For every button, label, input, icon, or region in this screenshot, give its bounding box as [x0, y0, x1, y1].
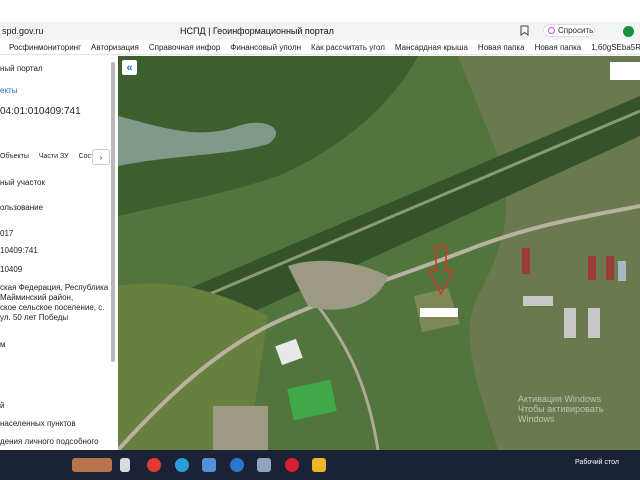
page-title: НСПД | Геоинформационный портал [180, 26, 334, 36]
info-line: дения личного подсобного [0, 437, 99, 446]
start-logo-icon[interactable] [72, 458, 112, 472]
collapse-icon: « [126, 61, 133, 74]
app-icon[interactable] [257, 458, 271, 472]
tab-objects[interactable]: Объекты [0, 153, 29, 160]
info-line: 017 [0, 229, 14, 238]
address-bar: spd.gov.ru НСПД | Геоинформационный порт… [0, 22, 640, 40]
internet-explorer-icon[interactable] [230, 458, 244, 472]
ask-button[interactable]: Спросить [543, 24, 595, 37]
info-line: Майминский район, [0, 293, 74, 302]
task-view-icon[interactable] [120, 458, 130, 472]
info-line: ользование [0, 203, 44, 212]
bookmark-folder[interactable]: Новая папка [478, 43, 525, 52]
bookmark-item[interactable]: Мансардная крыша [395, 43, 468, 52]
ask-icon [548, 27, 555, 34]
info-line: ул. 50 лет Победы [0, 313, 69, 322]
url-field[interactable]: spd.gov.ru [2, 26, 43, 36]
panel-scrollbar[interactable] [111, 62, 115, 362]
ask-label: Спросить [558, 26, 594, 35]
map-search-box[interactable] [610, 62, 640, 80]
collapse-panel-button[interactable]: « [122, 60, 137, 75]
bookmark-item[interactable]: Финансовый уполн [230, 43, 301, 52]
info-tabs: Объекты Части ЗУ Сост › [0, 148, 110, 165]
yandex-browser-icon[interactable] [147, 458, 161, 472]
object-info-panel: ный портал екты 04:01:010409:741 Объекты… [0, 56, 119, 450]
extension-icon[interactable] [623, 26, 634, 37]
tabs-next-icon[interactable]: › [92, 149, 110, 165]
bookmarks-bar: Росфинмониторинг Авторизация Справочная … [0, 40, 640, 55]
watermark-line: Чтобы активировать Windows [518, 404, 604, 424]
info-line: ское сельское поселение, с. [0, 303, 105, 312]
info-line: ный участок [0, 178, 45, 187]
opera-icon[interactable] [285, 458, 299, 472]
satellite-map[interactable]: « Активация Windows Чтобы активировать W… [118, 56, 640, 450]
bookmark-item[interactable]: Как рассчитать угол [311, 43, 385, 52]
info-line: й [0, 401, 5, 410]
bookmark-icon[interactable] [520, 25, 529, 36]
portal-label: ный портал [0, 64, 43, 73]
taskbar: Рабочий стол [0, 450, 640, 480]
satellite-imagery [118, 56, 640, 450]
folder-icon[interactable] [312, 458, 326, 472]
explorer-icon[interactable] [202, 458, 216, 472]
info-line: 10409:741 [0, 246, 38, 255]
desktop-label[interactable]: Рабочий стол [575, 459, 619, 466]
objects-link[interactable]: екты [0, 86, 17, 95]
bookmark-folder[interactable]: Новая папка [535, 43, 582, 52]
windows-activation-watermark: Активация Windows Чтобы активировать Win… [518, 394, 640, 424]
bookmark-item[interactable]: 1,60gSEba5REkpsWVQ… [591, 43, 640, 52]
bookmark-item[interactable]: Авторизация [91, 43, 139, 52]
info-line: м [0, 340, 6, 349]
edge-browser-icon[interactable] [175, 458, 189, 472]
info-line: населенных пунктов [0, 419, 76, 428]
info-line: 10409 [0, 265, 23, 274]
tab-parts[interactable]: Части ЗУ [39, 153, 69, 160]
info-line: ская Федерация, Республика [0, 283, 109, 292]
parcel-label[interactable] [420, 308, 458, 317]
cadastral-number: 04:01:010409:741 [0, 106, 81, 117]
bookmark-item[interactable]: Справочная инфор [149, 43, 220, 52]
watermark-line: Активация Windows [518, 394, 601, 404]
bookmark-item[interactable]: Росфинмониторинг [9, 43, 81, 52]
